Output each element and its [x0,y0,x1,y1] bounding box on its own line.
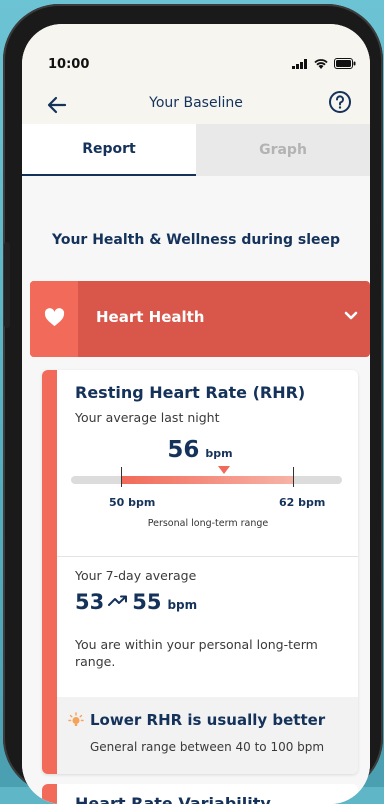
wifi-icon [314,58,328,69]
weekly-from-value: 53 [75,590,105,614]
card-accent-bar [42,370,57,774]
trend-up-icon [108,595,128,606]
range-caption: Personal long-term range [147,518,269,529]
status-icons [292,58,356,69]
rhr-number: 56 [167,437,200,463]
status-time: 10:00 [48,57,90,72]
content-area: Your Health & Wellness during sleep Hear… [22,176,370,804]
range-high-tick [293,467,294,487]
section-heading: Your Health & Wellness during sleep [51,232,341,248]
phone-frame: 10:00 Your Baseline Report Graph Your He… [3,4,383,804]
weekly-to-value: 55 [132,590,162,614]
weekly-average-values: 53 55 bpm [75,590,197,614]
accordion-icon-cell [30,281,78,357]
app-header: Your Baseline [22,86,370,124]
current-value-marker-icon [218,466,230,474]
side-button [4,242,10,328]
weekly-unit: bpm [167,598,198,612]
card-accent-bar [42,784,57,804]
battery-icon [334,58,356,69]
page-title: Your Baseline [149,95,243,111]
weekly-average-label: Your 7-day average [75,568,197,583]
range-high-label: 62 bpm [279,496,326,509]
weekly-note: You are within your personal long-term r… [75,637,318,669]
rhr-subtitle: Your average last night [75,410,220,425]
heart-health-accordion[interactable]: Heart Health [30,281,370,357]
rhr-card: Resting Heart Rate (RHR) Your average la… [42,370,358,774]
rhr-title: Resting Heart Rate (RHR) [75,383,306,402]
personal-range-fill [121,476,293,484]
tip-body: General range between 40 to 100 bpm [90,740,325,754]
status-bar: 10:00 [22,24,370,94]
tip-title: Lower RHR is usually better [90,711,326,729]
rhr-value: 56 bpm [42,437,358,463]
range-bar [71,476,342,484]
tip-box: Lower RHR is usually better General rang… [57,697,358,774]
range-low-label: 50 bpm [109,496,156,509]
accordion-title: Heart Health [96,308,205,326]
lightbulb-icon [68,712,84,726]
chevron-down-icon[interactable] [344,311,358,321]
signal-icon [292,58,307,69]
rhr-unit: bpm [205,447,233,460]
tab-bar: Report Graph [22,124,370,176]
tab-graph[interactable]: Graph [196,124,370,176]
hrv-title: Heart Rate Variability [75,794,271,804]
screen: 10:00 Your Baseline Report Graph Your He… [22,24,370,804]
tab-report[interactable]: Report [22,124,196,176]
range-low-tick [121,467,122,487]
divider [57,556,358,557]
heart-icon [44,308,65,327]
hrv-card[interactable]: Heart Rate Variability [42,784,358,804]
help-icon[interactable] [328,90,352,114]
